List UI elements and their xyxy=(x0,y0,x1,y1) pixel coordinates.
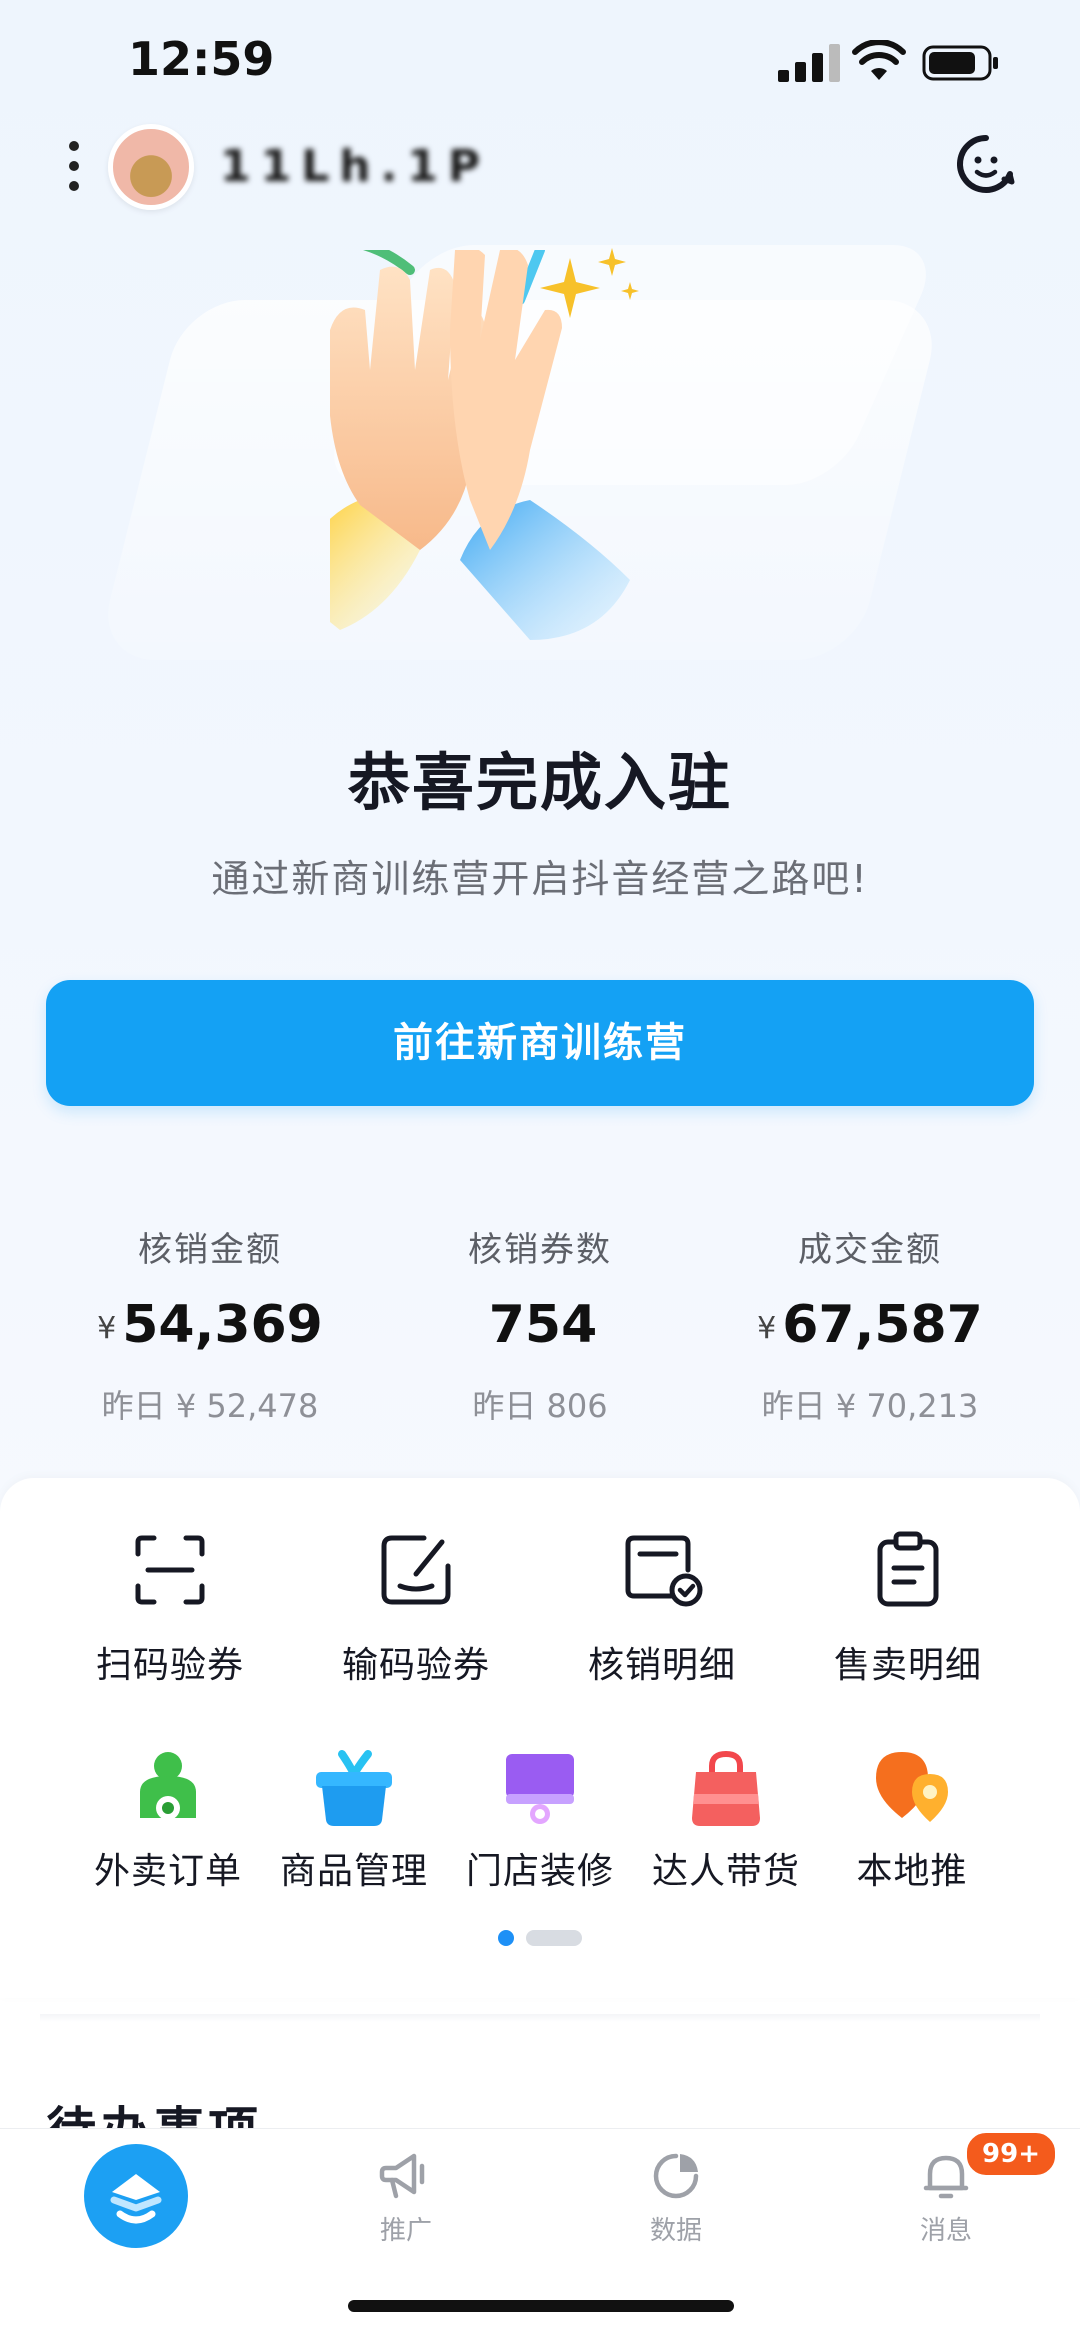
service-local-promotion[interactable]: 本地推 xyxy=(792,1748,1032,1894)
stat-verified-amount[interactable]: 核销金额 ¥54,369 昨日 ¥ 52,478 xyxy=(30,1222,390,1427)
shop-name[interactable]: 11Lh.1P xyxy=(220,140,550,194)
stat-label: 核销券数 xyxy=(468,1230,612,1270)
cellular-signal-icon xyxy=(778,44,840,82)
stat-value: 754 xyxy=(360,1295,720,1355)
tab-label: 消息 xyxy=(919,2216,972,2246)
service-label: 本地推 xyxy=(856,1851,968,1892)
todo-section-title: 待办事项 xyxy=(46,2102,262,2132)
home-logo-icon xyxy=(110,2174,162,2224)
stat-yesterday: 昨日 ¥ 52,478 xyxy=(101,1387,319,1425)
edit-code-icon xyxy=(381,1535,451,1605)
currency-symbol: ¥ xyxy=(97,1311,117,1346)
clipboard-icon xyxy=(877,1531,939,1607)
hero-title: 恭喜完成入驻 xyxy=(347,746,732,819)
tool-label: 售卖明细 xyxy=(833,1645,982,1686)
customer-service-icon[interactable] xyxy=(954,132,1018,196)
tab-home[interactable] xyxy=(84,2144,188,2248)
stat-number: 754 xyxy=(488,1295,598,1355)
tool-enter-code[interactable]: 输码验券 xyxy=(296,1530,536,1688)
tab-promotion[interactable]: 推广 xyxy=(336,2150,476,2247)
divider xyxy=(40,2014,1040,2022)
pie-chart-icon xyxy=(653,2153,699,2199)
high-five-illustration xyxy=(330,250,630,640)
tool-verification-details[interactable]: 核销明细 xyxy=(542,1530,782,1688)
stat-yesterday: 昨日 ¥ 70,213 xyxy=(761,1387,979,1425)
message-count-badge: 99+ xyxy=(964,2130,1058,2178)
tool-label: 扫码验券 xyxy=(95,1645,244,1686)
battery-icon xyxy=(922,45,998,81)
basket-icon xyxy=(316,1750,392,1826)
stat-label: 核销金额 xyxy=(138,1230,282,1270)
store-decor-icon xyxy=(506,1754,574,1824)
tab-label: 推广 xyxy=(379,2216,432,2246)
tab-data[interactable]: 数据 xyxy=(606,2150,746,2247)
tool-label: 核销明细 xyxy=(587,1645,736,1686)
avatar[interactable] xyxy=(108,124,194,210)
stat-number: 54,369 xyxy=(122,1295,323,1355)
tool-sales-details[interactable]: 售卖明细 xyxy=(788,1530,1028,1688)
page-dot-active xyxy=(498,1930,514,1946)
status-time: 12:59 xyxy=(128,32,275,86)
page-indicator xyxy=(498,1930,588,1946)
hero-subtitle: 通过新商训练营开启抖音经营之路吧! xyxy=(211,857,869,901)
currency-symbol: ¥ xyxy=(757,1311,777,1346)
megaphone-icon xyxy=(379,2153,425,2199)
scooter-icon xyxy=(140,1752,196,1820)
stat-yesterday: 昨日 806 xyxy=(472,1387,608,1425)
scan-icon xyxy=(135,1535,205,1605)
stat-value: ¥67,587 xyxy=(690,1295,1050,1355)
stat-label: 成交金额 xyxy=(798,1230,942,1270)
verified-card-icon xyxy=(625,1535,703,1607)
page-dot xyxy=(526,1930,582,1946)
more-menu-icon[interactable] xyxy=(64,140,84,192)
wifi-icon xyxy=(852,40,906,80)
go-to-training-camp-button[interactable]: 前往新商训练营 xyxy=(46,980,1034,1106)
home-indicator xyxy=(348,2300,734,2312)
stat-transaction-amount[interactable]: 成交金额 ¥67,587 昨日 ¥ 70,213 xyxy=(690,1222,1050,1427)
tool-label: 输码验券 xyxy=(341,1645,490,1686)
shopping-bag-icon xyxy=(692,1750,760,1826)
stat-number: 67,587 xyxy=(782,1295,983,1355)
stat-value: ¥54,369 xyxy=(30,1295,390,1355)
tab-label: 数据 xyxy=(649,2216,702,2246)
location-promo-icon xyxy=(876,1752,948,1822)
tool-scan-coupon[interactable]: 扫码验券 xyxy=(50,1530,290,1688)
stat-verified-coupons[interactable]: 核销券数 754 昨日 806 xyxy=(360,1222,720,1427)
